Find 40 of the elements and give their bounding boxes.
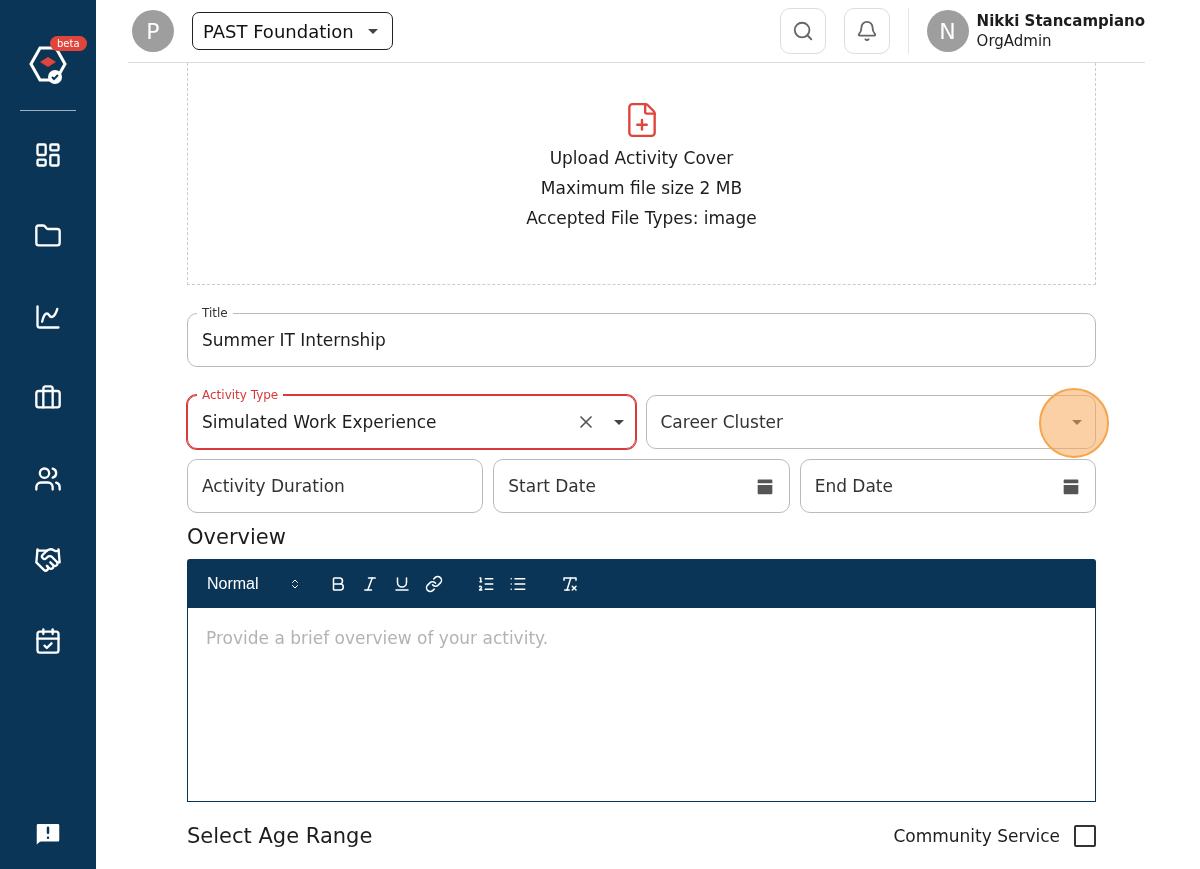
upload-file-types: Accepted File Types: image bbox=[526, 207, 757, 229]
career-cluster-select[interactable]: Career Cluster bbox=[645, 395, 1096, 449]
ordered-list-icon[interactable] bbox=[476, 574, 495, 593]
format-select[interactable]: Normal bbox=[207, 574, 301, 593]
organization-select[interactable]: PAST Foundation bbox=[192, 12, 393, 50]
calendar-check-icon[interactable] bbox=[34, 627, 62, 655]
clear-format-icon[interactable] bbox=[560, 574, 579, 593]
search-icon bbox=[791, 20, 814, 42]
dashboard-icon[interactable] bbox=[34, 141, 62, 169]
people-icon[interactable] bbox=[34, 465, 62, 493]
briefcase-icon[interactable] bbox=[34, 384, 62, 412]
activity-duration-field[interactable]: Activity Duration bbox=[187, 459, 484, 513]
caret-icon bbox=[1072, 419, 1082, 425]
age-range-heading: Select Age Range bbox=[187, 824, 373, 848]
link-icon[interactable] bbox=[424, 574, 443, 593]
user-name: Nikki Stancampiano bbox=[976, 11, 1145, 31]
notifications-button[interactable] bbox=[843, 8, 890, 54]
upload-size-limit: Maximum file size 2 MB bbox=[540, 177, 743, 199]
community-service-checkbox[interactable] bbox=[1074, 825, 1096, 847]
beta-badge: beta bbox=[50, 36, 87, 51]
caret-icon bbox=[367, 28, 378, 34]
title-field[interactable]: Title Summer IT Internship bbox=[187, 304, 1096, 367]
org-avatar: P bbox=[132, 10, 174, 52]
folder-icon[interactable] bbox=[34, 222, 62, 250]
end-date-field[interactable]: End Date bbox=[799, 459, 1096, 513]
user-avatar: N bbox=[926, 10, 969, 52]
bell-icon bbox=[855, 20, 878, 42]
underline-icon[interactable] bbox=[392, 574, 411, 593]
upload-title: Upload Activity Cover bbox=[549, 147, 734, 169]
editor-placeholder: Provide a brief overview of your activity. bbox=[206, 628, 549, 648]
start-date-field[interactable]: Start Date bbox=[493, 459, 790, 513]
caret-icon bbox=[613, 419, 624, 425]
checkbox-label: Community Service bbox=[893, 826, 1060, 846]
handshake-icon[interactable] bbox=[34, 546, 62, 574]
search-button[interactable] bbox=[779, 8, 826, 54]
overview-heading: Overview bbox=[187, 525, 287, 549]
activity-type-field[interactable]: Activity Type Simulated Work Experience bbox=[187, 386, 636, 449]
field-label: Activity Type bbox=[197, 387, 284, 403]
user-role: OrgAdmin bbox=[976, 31, 1053, 51]
upload-dropzone[interactable]: Upload Activity Cover Maximum file size 2 MB Accepted File Types: image bbox=[187, 63, 1096, 285]
